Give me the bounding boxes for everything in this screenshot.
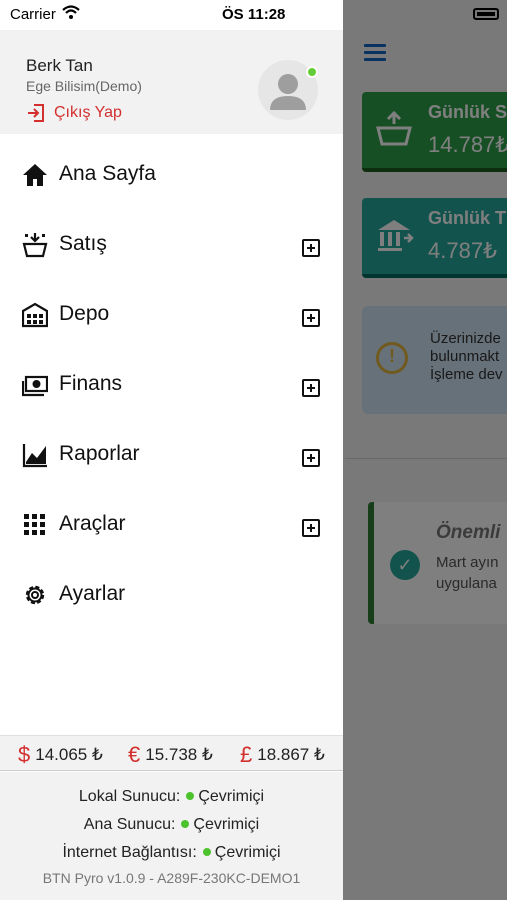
eur-rate-value: 15.738 ₺ [145, 745, 213, 764]
pound-icon: £ [240, 742, 253, 767]
logout-icon [28, 104, 44, 122]
server-status-footer: Lokal Sunucu: Çevrimiçi Ana Sunucu: Çevrim… [0, 772, 343, 900]
internet-status: İnternet Bağlantısı: Çevrimiçi [62, 844, 281, 861]
main-server-status: Ana Sunucu: Çevrimiçi [83, 816, 260, 833]
status-bar: Carrier ÖS 11:28 [0, 0, 343, 30]
menu-item-ayarlar[interactable]: Ayarlar [0, 560, 343, 630]
grid-icon [24, 514, 45, 535]
menu-item-label: Satış [59, 232, 107, 255]
online-status-dot [306, 66, 318, 78]
online-dot [202, 848, 211, 856]
local-server-status: Lokal Sunucu: Çevrimiçi [78, 788, 265, 805]
drawer-menu: Ana Sayfa Satış Depo Finans Raporlar Ara… [0, 140, 343, 630]
expand-icon[interactable] [302, 519, 320, 537]
menu-item-araclar[interactable]: Araçlar [0, 490, 343, 560]
home-icon [23, 164, 47, 186]
menu-item-label: Ana Sayfa [59, 162, 156, 185]
gbp-rate: £ 18.867 ₺ [240, 742, 325, 768]
expand-icon[interactable] [302, 379, 320, 397]
chart-icon [22, 444, 47, 468]
logout-label: Çıkış Yap [54, 104, 122, 121]
online-dot [181, 820, 190, 828]
menu-item-label: Araçlar [59, 512, 126, 535]
clock: ÖS 11:28 [222, 6, 286, 23]
logout-button[interactable]: Çıkış Yap [26, 102, 122, 124]
menu-item-label: Finans [59, 372, 123, 395]
menu-item-raporlar[interactable]: Raporlar [0, 420, 343, 490]
app-version: BTN Pyro v1.0.9 - A289F-230KC-DEMO1 [42, 870, 301, 886]
carrier-label: Carrier [10, 6, 56, 23]
user-name: Berk Tan [26, 56, 93, 75]
usd-rate: $ 14.065 ₺ [18, 742, 103, 768]
online-dot [186, 792, 195, 800]
expand-icon[interactable] [302, 239, 320, 257]
menu-item-finans[interactable]: Finans [0, 350, 343, 420]
gear-icon [25, 585, 45, 605]
eur-rate: € 15.738 ₺ [128, 742, 213, 768]
menu-item-satis[interactable]: Satış [0, 210, 343, 280]
menu-item-label: Depo [59, 302, 110, 325]
menu-item-ana-sayfa[interactable]: Ana Sayfa [0, 140, 343, 210]
dollar-icon: $ [18, 742, 31, 767]
menu-item-label: Ayarlar [59, 582, 126, 605]
basket-icon [22, 233, 48, 258]
wifi-icon [62, 5, 80, 19]
profile-header: Berk Tan Ege Bilisim(Demo) Çıkış Yap [0, 30, 343, 134]
menu-item-depo[interactable]: Depo [0, 280, 343, 350]
usd-rate-value: 14.065 ₺ [35, 745, 103, 764]
navigation-drawer: Carrier ÖS 11:28 Berk Tan Ege Bilisim(De… [0, 0, 343, 900]
menu-item-label: Raporlar [59, 442, 140, 465]
company-name: Ege Bilisim(Demo) [26, 78, 142, 94]
gbp-rate-value: 18.867 ₺ [257, 745, 325, 764]
expand-icon[interactable] [302, 309, 320, 327]
euro-icon: € [128, 742, 141, 767]
exchange-rates-bar: $ 14.065 ₺ € 15.738 ₺ £ 18.867 ₺ [0, 735, 343, 771]
money-icon [22, 375, 48, 397]
expand-icon[interactable] [302, 449, 320, 467]
warehouse-icon [22, 302, 48, 328]
